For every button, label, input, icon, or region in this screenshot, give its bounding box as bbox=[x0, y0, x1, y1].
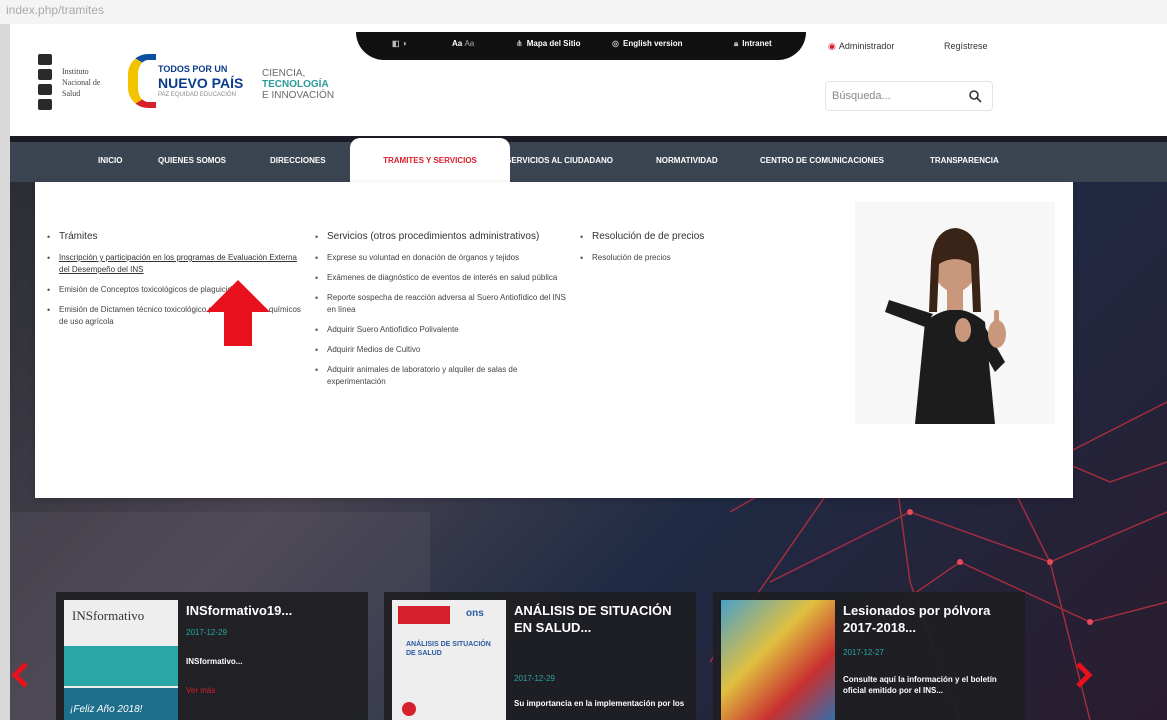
interpreter-illustration bbox=[885, 228, 1006, 424]
menu-item-inscripcion-evaluacion[interactable]: Inscripción y participación en los progr… bbox=[47, 252, 307, 276]
menu-item-donacion-organos[interactable]: Exprese su voluntad en donación de órgan… bbox=[315, 252, 575, 264]
menu-heading-servicios[interactable]: Servicios (otros procedimientos administ… bbox=[315, 230, 575, 244]
intranet-link[interactable]: 🔒︎ Intranet bbox=[734, 39, 772, 49]
url-text: index.php/tramites bbox=[6, 3, 105, 17]
nav-centro-comunicaciones[interactable]: CENTRO DE COMUNICACIONES bbox=[760, 156, 884, 165]
carousel-next-icon[interactable] bbox=[1074, 660, 1094, 690]
site-header: Instituto Nacional de Salud TODOS POR UN… bbox=[10, 24, 1167, 136]
lock-icon: 🔒︎ bbox=[734, 39, 739, 48]
font-size-toggle[interactable]: Aa Aa bbox=[452, 39, 474, 48]
tramites-mega-menu: Trámites Inscripción y participación en … bbox=[35, 182, 1073, 498]
nav-normatividad[interactable]: NORMATIVIDAD bbox=[656, 156, 718, 165]
nav-direcciones[interactable]: DIRECCIONES bbox=[270, 156, 326, 165]
menu-column-servicios: Servicios (otros procedimientos administ… bbox=[315, 230, 575, 388]
user-icon: ◉ bbox=[828, 41, 836, 51]
news-thumbnail: INSformativo ¡Feliz Año 2018! bbox=[64, 600, 178, 720]
menu-column-resolucion: Resolución de de precios Resolución de p… bbox=[580, 230, 810, 264]
site-map-link[interactable]: ⋔ Mapa del Sitio bbox=[516, 39, 581, 48]
nav-tramites-servicios[interactable]: TRAMITES Y SERVICIOS bbox=[350, 138, 510, 182]
ins-logo-mark bbox=[38, 54, 52, 112]
read-more-link[interactable]: Ver más bbox=[186, 686, 215, 695]
contrast-icon: ◧ ◑ bbox=[392, 39, 407, 48]
menu-heading-resolucion[interactable]: Resolución de de precios bbox=[580, 230, 810, 244]
admin-login-link[interactable]: ◉ Administrador bbox=[828, 41, 894, 52]
sign-language-interpreter-image bbox=[855, 202, 1055, 424]
menu-item-suero-antiofidico[interactable]: Adquirir Suero Antiofídico Polivalente bbox=[315, 324, 575, 336]
news-card[interactable]: ons ANÁLISIS DE SITUACIÓN DE SALUD ANÁLI… bbox=[384, 592, 696, 720]
contrast-toggle[interactable]: ◧ ◑ bbox=[392, 39, 411, 48]
news-title[interactable]: Lesionados por pólvora 2017-2018... bbox=[843, 602, 1018, 636]
news-title[interactable]: ANÁLISIS DE SITUACIÓN EN SALUD... bbox=[514, 602, 689, 636]
news-title[interactable]: INSformativo19... bbox=[186, 602, 361, 619]
news-date: 2017-12-29 bbox=[514, 674, 555, 683]
news-desc: Su importancia en la implementación por … bbox=[514, 699, 685, 708]
news-carousel: INSformativo ¡Feliz Año 2018! INSformati… bbox=[10, 590, 1167, 720]
news-card[interactable]: Lesionados por pólvora 2017-2018... 2017… bbox=[713, 592, 1025, 720]
register-link[interactable]: Regístrese bbox=[944, 41, 988, 51]
news-date: 2017-12-27 bbox=[843, 648, 884, 657]
ins-logo[interactable]: Instituto Nacional de Salud bbox=[38, 52, 138, 114]
main-nav: INICIO QUIENES SOMOS DIRECCIONES SERVICI… bbox=[10, 142, 1167, 182]
nav-servicios-ciudadano[interactable]: SERVICIOS AL CIUDADANO bbox=[506, 156, 613, 165]
english-version-link[interactable]: ◎ English version bbox=[612, 39, 683, 48]
menu-item-resolucion-precios[interactable]: Resolución de precios bbox=[580, 252, 810, 264]
news-desc: INSformativo... bbox=[186, 657, 243, 666]
nav-quienes-somos[interactable]: QUIENES SOMOS bbox=[158, 156, 226, 165]
ins-logo-text: Instituto Nacional de Salud bbox=[62, 67, 101, 98]
nav-inicio[interactable]: INICIO bbox=[98, 156, 122, 165]
red-arrow-annotation-icon bbox=[206, 280, 270, 346]
news-card[interactable]: INSformativo ¡Feliz Año 2018! INSformati… bbox=[56, 592, 368, 720]
menu-item-animales-laboratorio[interactable]: Adquirir animales de laboratorio y alqui… bbox=[315, 364, 575, 388]
news-desc: Consulte aquí la información y el boletí… bbox=[843, 675, 997, 695]
utility-bar: ◧ ◑ Aa Aa ⋔ Mapa del Sitio ◎ English versi… bbox=[356, 32, 806, 60]
menu-item-reporte-reaccion[interactable]: Reporte sospecha de reacción adversa al … bbox=[315, 292, 575, 316]
carousel-prev-icon[interactable] bbox=[10, 660, 30, 690]
nav-transparencia[interactable]: TRANSPARENCIA bbox=[930, 156, 999, 165]
menu-item-examenes-diagnostico[interactable]: Exámenes de diagnóstico de eventos de in… bbox=[315, 272, 575, 284]
browser-url-strip: index.php/tramites bbox=[0, 0, 1167, 24]
search-box bbox=[825, 81, 993, 111]
news-date: 2017-12-29 bbox=[186, 628, 227, 637]
search-input[interactable] bbox=[832, 88, 962, 104]
news-thumbnail: ons ANÁLISIS DE SITUACIÓN DE SALUD bbox=[392, 600, 506, 720]
menu-item-medios-cultivo[interactable]: Adquirir Medios de Cultivo bbox=[315, 344, 575, 356]
webpage: Instituto Nacional de Salud TODOS POR UN… bbox=[10, 24, 1167, 720]
ciencia-tecnologia-logo: CIENCIA, TECNOLOGÍA E INNOVACIÓN bbox=[262, 68, 335, 101]
news-thumbnail bbox=[721, 600, 835, 720]
menu-heading-tramites[interactable]: Trámites bbox=[47, 230, 307, 244]
todos-por-un-nuevo-pais-logo: TODOS POR UN NUEVO PAÍS PAZ EQUIDAD EDUC… bbox=[128, 54, 248, 110]
colombia-swoosh-icon bbox=[128, 54, 156, 108]
globe-icon: ◎ bbox=[612, 39, 619, 48]
search-icon[interactable] bbox=[968, 89, 982, 103]
sitemap-icon: ⋔ bbox=[516, 39, 523, 48]
